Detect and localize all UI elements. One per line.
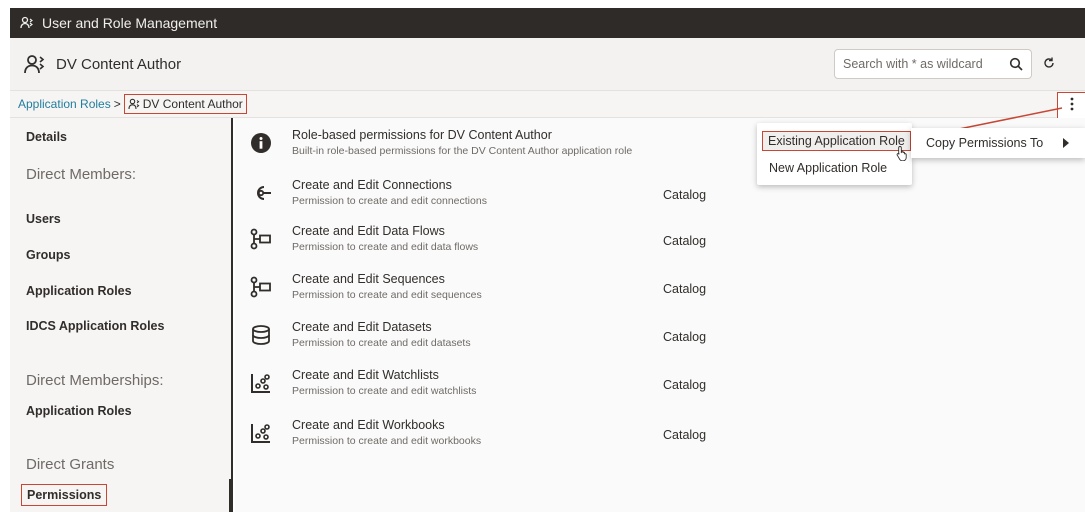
permission-category: Catalog [663, 234, 707, 248]
sidebar-item-application-roles[interactable]: Application Roles [26, 284, 132, 298]
page-title: DV Content Author [56, 55, 182, 73]
permission-description: Permission to create and edit data flows [292, 241, 479, 253]
sidebar-item-users[interactable]: Users [26, 212, 61, 226]
sidebar-header-direct-grants: Direct Grants [26, 456, 115, 473]
menu-item-new-application-role[interactable]: New Application Role [769, 161, 887, 175]
breadcrumb-current-label: DV Content Author [142, 97, 243, 111]
permission-description: Permission to create and edit datasets [292, 337, 471, 349]
sidebar-header-direct-memberships: Direct Memberships: [26, 372, 164, 389]
refresh-icon[interactable] [1042, 56, 1056, 70]
permission-title: Create and Edit Datasets [292, 320, 432, 334]
hand-cursor-icon [896, 146, 907, 161]
breadcrumb-separator: > [113, 97, 121, 111]
permission-description: Permission to create and edit workbooks [292, 435, 482, 447]
watchlist-icon [250, 372, 272, 394]
search-icon[interactable] [1009, 57, 1023, 71]
permission-title: Create and Edit Connections [292, 178, 452, 192]
permission-title: Create and Edit Workbooks [292, 418, 445, 432]
menu-item-copy-permissions-to[interactable]: Copy Permissions To [926, 136, 1043, 150]
data-flow-icon [250, 228, 272, 250]
list-item[interactable]: Create and Edit Datasets Permission to c… [235, 318, 1085, 358]
permission-title: Create and Edit Watchlists [292, 368, 439, 382]
permission-category: Catalog [663, 330, 707, 344]
search-input[interactable] [843, 57, 1009, 71]
app-bar: User and Role Management [10, 8, 1085, 38]
permission-title: Create and Edit Data Flows [292, 224, 445, 238]
permission-description: Permission to create and edit watchlists [292, 385, 477, 397]
kebab-icon [1070, 97, 1074, 114]
list-item[interactable]: Create and Edit Data Flows Permission to… [235, 222, 1085, 262]
permission-category: Catalog [663, 282, 707, 296]
sidebar: Details Direct Members: Users Groups App… [10, 118, 233, 512]
sidebar-item-membership-application-roles[interactable]: Application Roles [26, 404, 132, 418]
sidebar-active-indicator [229, 479, 232, 512]
permission-description: Permission to create and edit connection… [292, 195, 487, 207]
permissions-list: Role-based permissions for DV Content Au… [235, 118, 1085, 512]
breadcrumb-current: DV Content Author [123, 94, 247, 114]
sidebar-item-details[interactable]: Details [26, 130, 67, 144]
sidebar-header-direct-members: Direct Members: [26, 166, 137, 183]
list-item[interactable]: Create and Edit Connections Permission t… [235, 176, 1085, 216]
permission-category: Catalog [663, 188, 707, 202]
dataset-icon [250, 324, 272, 346]
permission-title: Create and Edit Sequences [292, 272, 445, 286]
copy-permissions-submenu: Existing Application Role New Applicatio… [757, 123, 912, 185]
app-title: User and Role Management [42, 15, 218, 31]
user-role-icon [20, 16, 34, 30]
permission-category: Catalog [663, 378, 707, 392]
breadcrumb-application-roles-link[interactable]: Application Roles [18, 97, 111, 111]
application-role-icon [24, 53, 46, 75]
connection-icon [250, 182, 272, 204]
list-item[interactable]: Create and Edit Workbooks Permission to … [235, 416, 1085, 456]
permission-category: Catalog [663, 428, 707, 442]
breadcrumb: Application Roles > DV Content Author [10, 90, 1085, 119]
actions-menu: Copy Permissions To [911, 128, 1085, 158]
sidebar-item-idcs-application-roles[interactable]: IDCS Application Roles [26, 319, 164, 333]
search-box[interactable] [834, 49, 1032, 79]
list-item[interactable]: Create and Edit Sequences Permission to … [235, 270, 1085, 310]
info-icon [250, 132, 272, 154]
sidebar-item-groups[interactable]: Groups [26, 248, 70, 262]
menu-item-existing-application-role[interactable]: Existing Application Role [762, 131, 911, 151]
sidebar-item-permissions[interactable]: Permissions [21, 484, 108, 506]
permission-description: Permission to create and edit sequences [292, 289, 482, 301]
workbook-icon [250, 422, 272, 444]
application-role-icon [128, 98, 140, 110]
permission-title: Role-based permissions for DV Content Au… [292, 128, 552, 142]
sequence-icon [250, 276, 272, 298]
more-actions-button[interactable] [1057, 92, 1085, 119]
list-item[interactable]: Create and Edit Watchlists Permission to… [235, 366, 1085, 406]
permission-description: Built-in role-based permissions for the … [292, 145, 633, 157]
page-header: DV Content Author [10, 38, 1085, 90]
submenu-arrow-icon [1063, 138, 1069, 148]
